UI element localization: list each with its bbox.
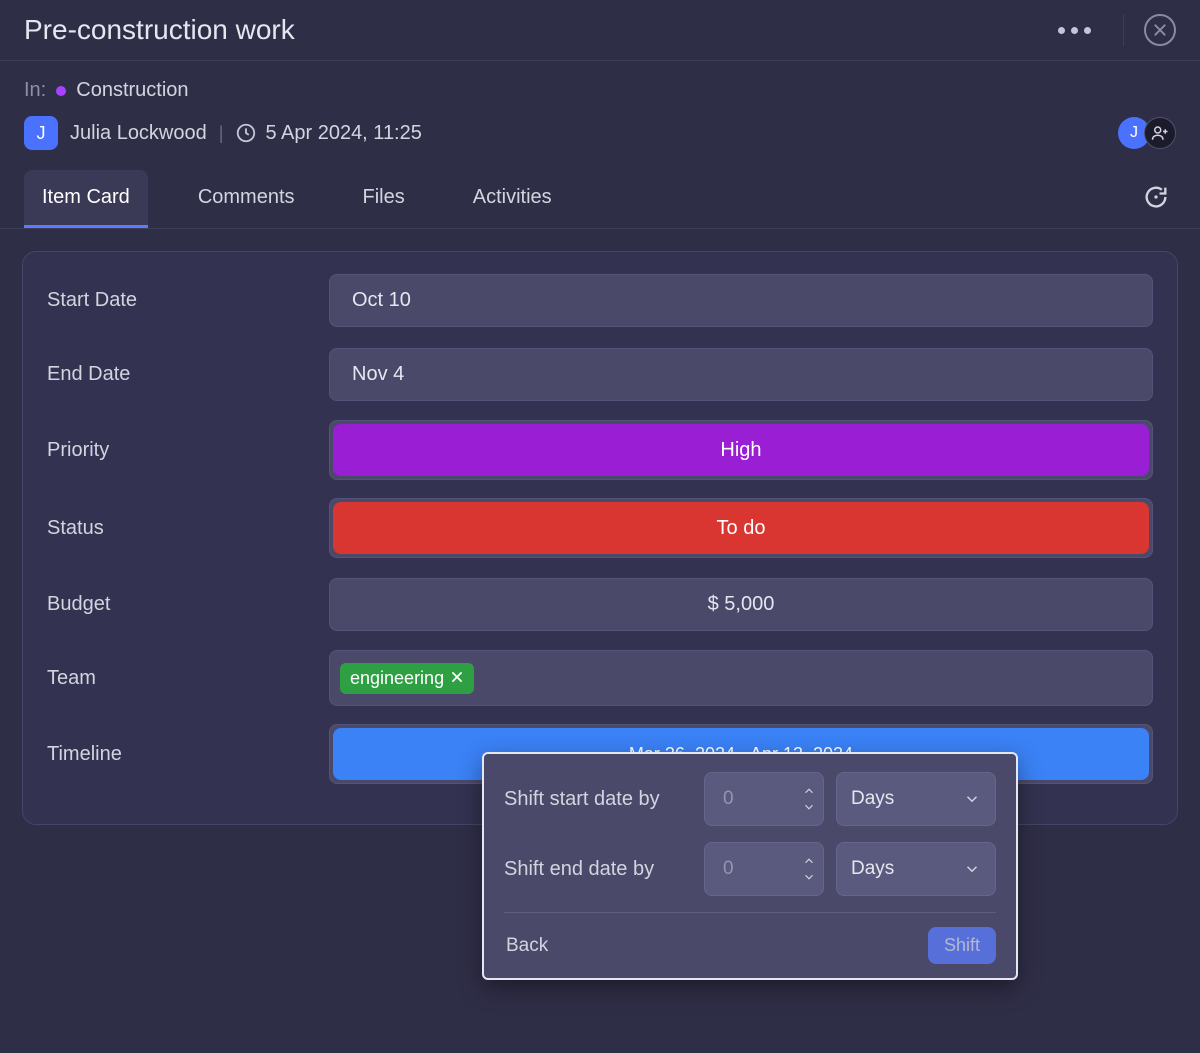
field-label: Team bbox=[47, 667, 317, 690]
assignees: J bbox=[1118, 117, 1176, 149]
board-link[interactable]: Construction bbox=[76, 79, 188, 102]
chevron-down-icon bbox=[963, 790, 981, 808]
chevron-down-icon[interactable] bbox=[801, 870, 817, 884]
author-left: J Julia Lockwood | 5 Apr 2024, 11:25 bbox=[24, 116, 422, 150]
dot-icon bbox=[1084, 27, 1091, 34]
close-button[interactable] bbox=[1144, 14, 1176, 46]
field-label: Priority bbox=[47, 439, 317, 462]
team-wrap[interactable]: engineering bbox=[329, 650, 1153, 706]
field-status: Status To do bbox=[47, 498, 1153, 558]
field-label: End Date bbox=[47, 363, 317, 386]
shift-start-spinner bbox=[801, 773, 817, 825]
breadcrumb: In: Construction bbox=[24, 79, 1176, 102]
field-end-date: End Date Nov 4 bbox=[47, 346, 1153, 402]
chevron-down-icon bbox=[963, 860, 981, 878]
add-assignee-button[interactable] bbox=[1144, 117, 1176, 149]
field-label: Budget bbox=[47, 593, 317, 616]
shift-end-input[interactable]: 0 bbox=[704, 842, 824, 896]
tabs-row: Item Card Comments Files Activities bbox=[0, 170, 1200, 229]
close-icon bbox=[1152, 22, 1168, 38]
author-row: J Julia Lockwood | 5 Apr 2024, 11:25 J bbox=[24, 116, 1176, 150]
refresh-button[interactable] bbox=[1136, 177, 1176, 222]
field-priority: Priority High bbox=[47, 420, 1153, 480]
back-button[interactable]: Back bbox=[504, 929, 550, 963]
tab-item-card[interactable]: Item Card bbox=[24, 170, 148, 228]
start-date-value[interactable]: Oct 10 bbox=[329, 274, 1153, 327]
tab-comments[interactable]: Comments bbox=[180, 170, 313, 228]
shift-end-row: Shift end date by 0 Days bbox=[504, 842, 996, 896]
field-team: Team engineering bbox=[47, 650, 1153, 706]
separator: | bbox=[219, 123, 224, 144]
shift-end-unit-select[interactable]: Days bbox=[836, 842, 996, 896]
team-tag-label: engineering bbox=[350, 668, 444, 689]
tabs: Item Card Comments Files Activities bbox=[24, 170, 570, 228]
unit-label: Days bbox=[851, 788, 894, 810]
clock-icon bbox=[235, 122, 257, 144]
author-avatar[interactable]: J bbox=[24, 116, 58, 150]
team-tag: engineering bbox=[340, 663, 474, 694]
shift-button[interactable]: Shift bbox=[928, 927, 996, 964]
close-icon bbox=[450, 670, 464, 684]
shift-start-unit-select[interactable]: Days bbox=[836, 772, 996, 826]
more-options-button[interactable] bbox=[1050, 19, 1099, 42]
priority-wrap: High bbox=[329, 420, 1153, 480]
field-start-date: Start Date Oct 10 bbox=[47, 272, 1153, 328]
unit-label: Days bbox=[851, 858, 894, 880]
shift-dates-popover: Shift start date by 0 Days Shift end dat… bbox=[482, 752, 1018, 980]
in-label: In: bbox=[24, 79, 46, 102]
shift-end-label: Shift end date by bbox=[504, 858, 692, 881]
popover-divider bbox=[504, 912, 996, 913]
shift-start-input[interactable]: 0 bbox=[704, 772, 824, 826]
chevron-up-icon[interactable] bbox=[801, 784, 817, 798]
tab-files[interactable]: Files bbox=[345, 170, 423, 228]
timestamp: 5 Apr 2024, 11:25 bbox=[265, 122, 421, 145]
header-actions bbox=[1050, 14, 1176, 46]
dot-icon bbox=[1071, 27, 1078, 34]
status-wrap: To do bbox=[329, 498, 1153, 558]
dot-icon bbox=[1058, 27, 1065, 34]
page-title: Pre-construction work bbox=[24, 14, 295, 46]
shift-end-spinner bbox=[801, 843, 817, 895]
team-tag-remove[interactable] bbox=[450, 668, 464, 689]
close-wrapper bbox=[1123, 14, 1176, 46]
shift-start-label: Shift start date by bbox=[504, 788, 692, 811]
tab-activities[interactable]: Activities bbox=[455, 170, 570, 228]
status-value[interactable]: To do bbox=[333, 502, 1149, 554]
field-label: Status bbox=[47, 517, 317, 540]
field-budget: Budget $ 5,000 bbox=[47, 576, 1153, 632]
meta-section: In: Construction J Julia Lockwood | 5 Ap… bbox=[0, 61, 1200, 170]
refresh-icon bbox=[1142, 183, 1170, 211]
shift-start-placeholder: 0 bbox=[705, 788, 734, 810]
shift-start-row: Shift start date by 0 Days bbox=[504, 772, 996, 826]
item-card: Start Date Oct 10 End Date Nov 4 Priorit… bbox=[22, 251, 1178, 825]
popover-actions: Back Shift bbox=[504, 923, 996, 964]
created-time: 5 Apr 2024, 11:25 bbox=[235, 122, 421, 145]
chevron-up-icon[interactable] bbox=[801, 854, 817, 868]
chevron-down-icon[interactable] bbox=[801, 800, 817, 814]
end-date-value[interactable]: Nov 4 bbox=[329, 348, 1153, 401]
board-color-dot-icon bbox=[56, 86, 66, 96]
field-label: Start Date bbox=[47, 289, 317, 312]
budget-value[interactable]: $ 5,000 bbox=[329, 578, 1153, 631]
shift-end-placeholder: 0 bbox=[705, 858, 734, 880]
author-name: Julia Lockwood bbox=[70, 122, 207, 145]
add-user-icon bbox=[1151, 124, 1169, 142]
header: Pre-construction work bbox=[0, 0, 1200, 61]
priority-value[interactable]: High bbox=[333, 424, 1149, 476]
field-label: Timeline bbox=[47, 743, 317, 766]
